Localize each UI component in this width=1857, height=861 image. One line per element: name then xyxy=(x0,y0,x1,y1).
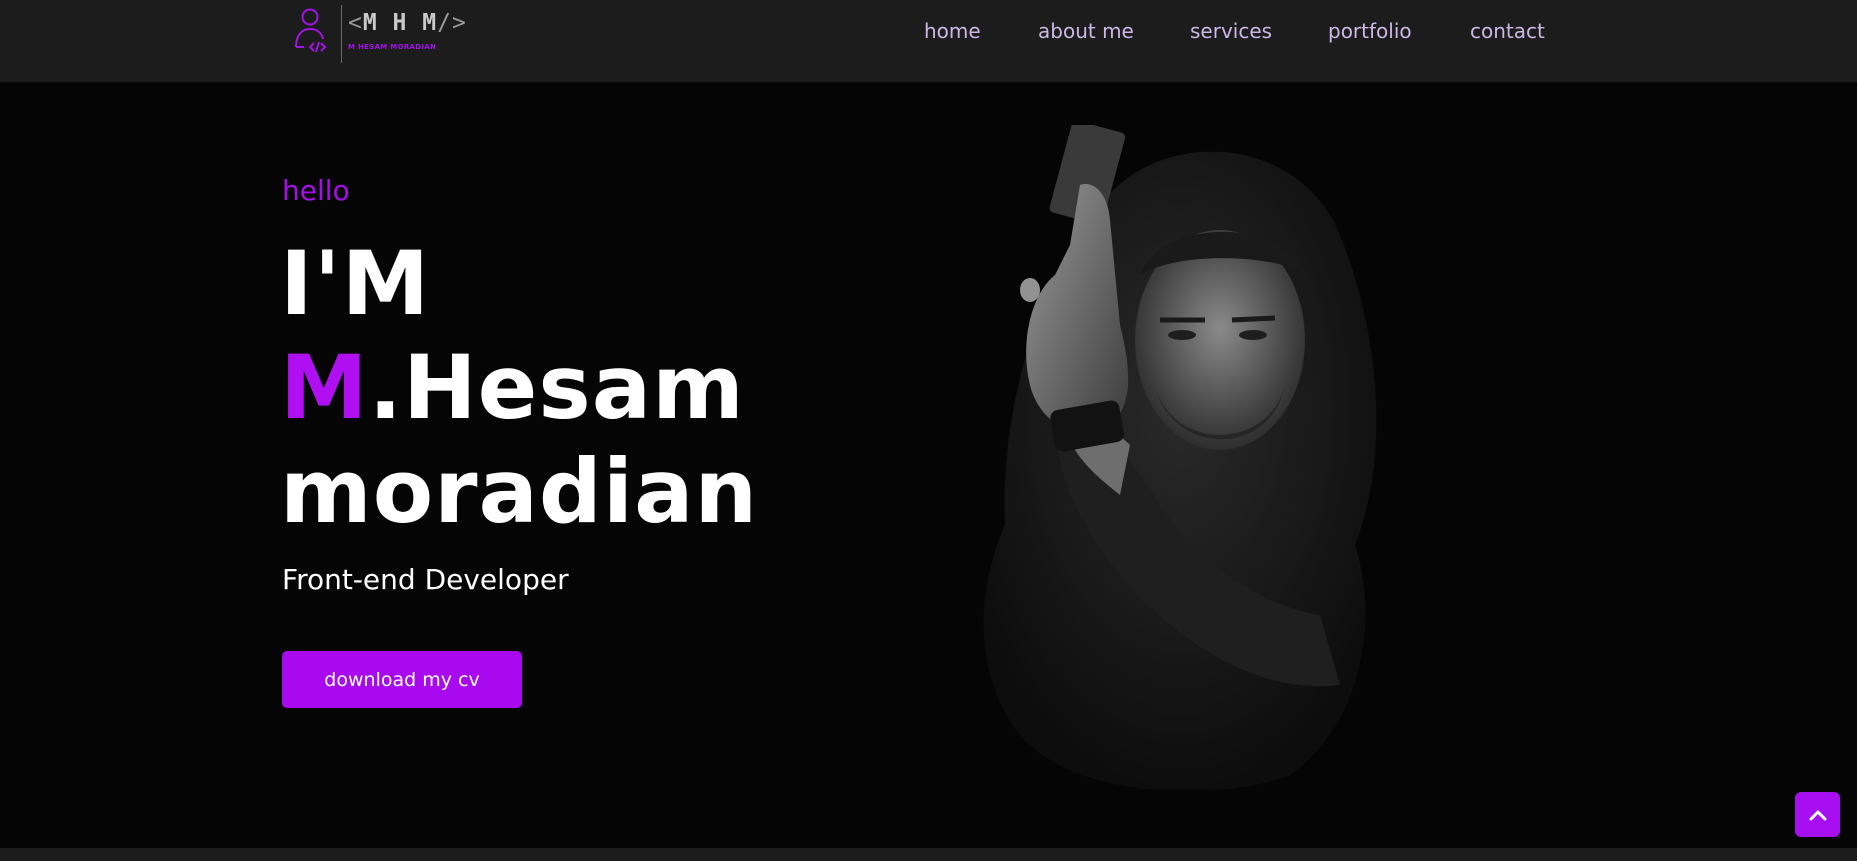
site-logo[interactable]: <M H M/> M HESAM MORADIAN xyxy=(290,5,466,65)
scroll-to-top-button[interactable] xyxy=(1795,792,1840,837)
nav-home[interactable]: home xyxy=(924,19,981,43)
site-header: <M H M/> M HESAM MORADIAN home about me … xyxy=(0,0,1857,82)
nav-about-me[interactable]: about me xyxy=(1038,19,1134,43)
nav-contact[interactable]: contact xyxy=(1470,19,1545,43)
hero-role: Front-end Developer xyxy=(282,563,569,596)
logo-subtitle: M HESAM MORADIAN xyxy=(348,43,437,51)
hero-title-name: .Hesam xyxy=(368,336,745,439)
developer-user-code-icon xyxy=(295,8,327,53)
hero-title-line1: I'M xyxy=(280,232,431,335)
logo-wordmark: <M H M/> xyxy=(348,10,467,36)
download-cv-button[interactable]: download my cv xyxy=(282,651,522,708)
nav-portfolio[interactable]: portfolio xyxy=(1328,19,1412,43)
nav-services[interactable]: services xyxy=(1190,19,1272,43)
hero-title-line2: M.Hesam xyxy=(280,336,758,440)
hero-title-line3: moradian xyxy=(280,440,759,543)
hero-title: I'M M.Hesam moradian xyxy=(280,232,758,544)
hero-title-accent: M xyxy=(280,336,369,439)
portrait-photo xyxy=(983,125,1377,790)
logo-divider xyxy=(341,5,342,63)
next-section-edge xyxy=(0,848,1857,861)
chevron-up-icon xyxy=(1809,810,1826,820)
hero-greeting: hello xyxy=(282,174,350,207)
